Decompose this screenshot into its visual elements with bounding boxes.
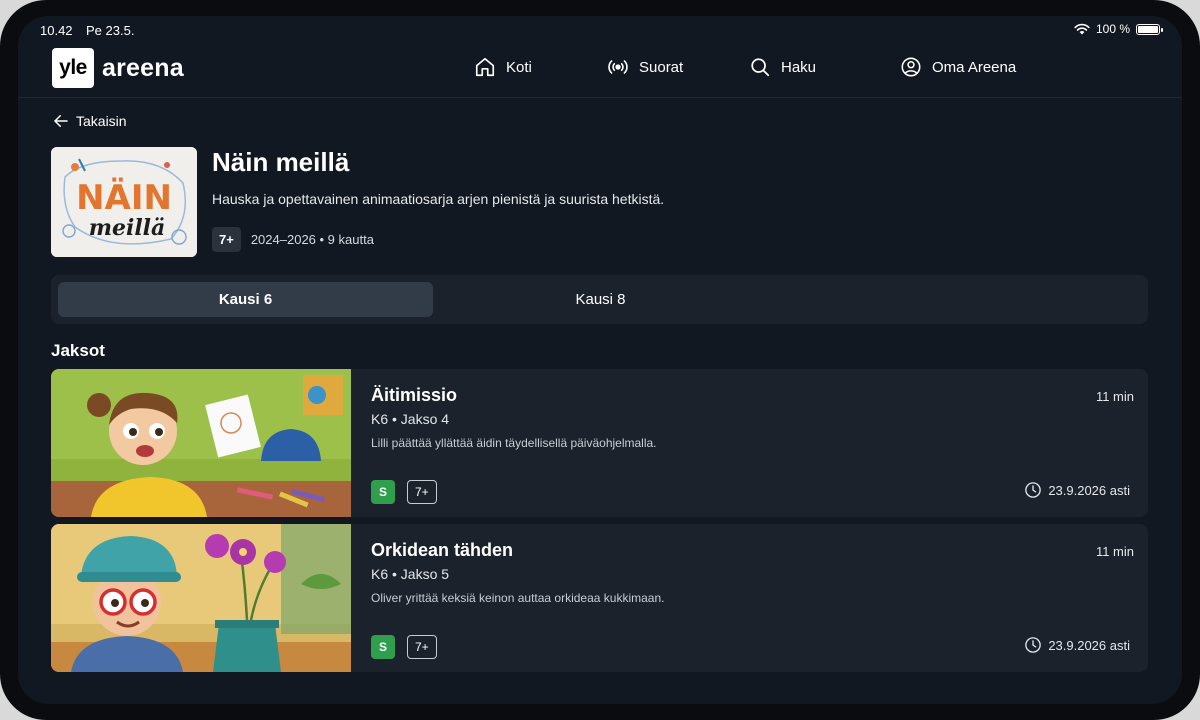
- show-meta: 7+ 2024–2026 • 9 kautta: [212, 227, 374, 252]
- subtitles-badge: S: [371, 480, 395, 504]
- status-indicators: 100 %: [1074, 22, 1163, 36]
- arrow-left-icon: [54, 115, 68, 127]
- show-logo-line2: meillä: [89, 215, 166, 241]
- episode-thumbnail: [51, 524, 351, 672]
- battery-level: [1138, 25, 1158, 33]
- episode-thumbnail: [51, 369, 351, 517]
- episode-title: Äitimissio: [371, 385, 458, 405]
- episode-availability: 23.9.2026 asti: [1024, 636, 1130, 654]
- episode-badges: S 7+: [371, 635, 437, 659]
- age-rating-badge: 7+: [212, 227, 241, 252]
- episode-title: Orkidean tähden: [371, 540, 514, 560]
- yle-areena-logo[interactable]: yle areena: [52, 48, 184, 88]
- show-description: Hauska ja opettavainen animaatiosarja ar…: [212, 191, 665, 207]
- nav-oma-areena[interactable]: Oma Areena: [900, 56, 1016, 78]
- nav-oma-areena-label: Oma Areena: [932, 58, 1017, 76]
- status-date: Pe 23.5.: [86, 23, 135, 38]
- show-artwork: NÄIN meillä: [51, 147, 197, 257]
- back-label: Takaisin: [76, 113, 127, 129]
- tablet-frame: 10.42 Pe 23.5. 100 % yle areena Koti Suo…: [0, 0, 1200, 720]
- battery-percent: 100 %: [1095, 22, 1130, 36]
- show-title: Näin meillä: [212, 147, 350, 177]
- status-time: 10.42: [40, 23, 73, 38]
- search-icon: [751, 58, 770, 77]
- episode-description: Lilli päättää yllättää äidin täydellisel…: [371, 436, 657, 450]
- age-rating-badge: 7+: [407, 635, 437, 659]
- episode-duration: 11 min: [1095, 389, 1134, 404]
- show-logo-line1: NÄIN: [76, 177, 172, 218]
- tab-kausi-8[interactable]: Kausi 8: [413, 282, 788, 317]
- availability-date: 23.9.2026 asti: [1048, 637, 1130, 653]
- clock-icon: [1025, 637, 1042, 653]
- nav-suorat-label: Suorat: [639, 58, 684, 76]
- top-navigation: yle areena Koti Suorat Haku Oma Areena: [18, 44, 1182, 98]
- episodes-heading: Jaksot: [51, 341, 105, 360]
- clock-icon: [1025, 482, 1042, 498]
- episode-number: K6 • Jakso 4: [371, 411, 450, 427]
- episode-description: Oliver yrittää keksiä keinon auttaa orki…: [371, 591, 665, 605]
- season-tabs: Kausi 6 Kausi 8: [51, 275, 1148, 324]
- wifi-icon: [1074, 23, 1090, 35]
- subtitles-badge: S: [371, 635, 395, 659]
- screen: 10.42 Pe 23.5. 100 % yle areena Koti Suo…: [18, 16, 1182, 704]
- episode-card[interactable]: Äitimissio K6 • Jakso 4 Lilli päättää yl…: [51, 369, 1148, 517]
- broadcast-icon: [608, 60, 628, 74]
- status-bar: 10.42 Pe 23.5. 100 %: [18, 16, 1182, 44]
- nav-suorat[interactable]: Suorat: [607, 56, 683, 78]
- nav-haku-label: Haku: [781, 58, 817, 76]
- episode-card[interactable]: Orkidean tähden K6 • Jakso 5 Oliver yrit…: [51, 524, 1148, 672]
- user-icon: [901, 57, 921, 77]
- episode-duration: 11 min: [1095, 544, 1134, 559]
- age-rating-badge: 7+: [407, 480, 437, 504]
- nav-koti-label: Koti: [506, 58, 532, 76]
- episode-availability: 23.9.2026 asti: [1024, 481, 1130, 499]
- battery-icon: [1136, 23, 1163, 35]
- yle-logo-box: yle: [52, 48, 94, 88]
- nav-haku[interactable]: Haku: [749, 56, 816, 78]
- home-icon: [475, 57, 495, 77]
- areena-logo-text: areena: [102, 53, 184, 82]
- tab-kausi-6[interactable]: Kausi 6: [58, 282, 433, 317]
- episode-number: K6 • Jakso 5: [371, 566, 450, 582]
- nav-koti[interactable]: Koti: [474, 56, 532, 78]
- show-years-seasons: 2024–2026 • 9 kautta: [250, 232, 374, 247]
- episode-badges: S 7+: [371, 480, 437, 504]
- back-button[interactable]: Takaisin: [52, 112, 127, 130]
- availability-date: 23.9.2026 asti: [1048, 482, 1130, 498]
- show-logo-art: NÄIN meillä: [51, 147, 197, 257]
